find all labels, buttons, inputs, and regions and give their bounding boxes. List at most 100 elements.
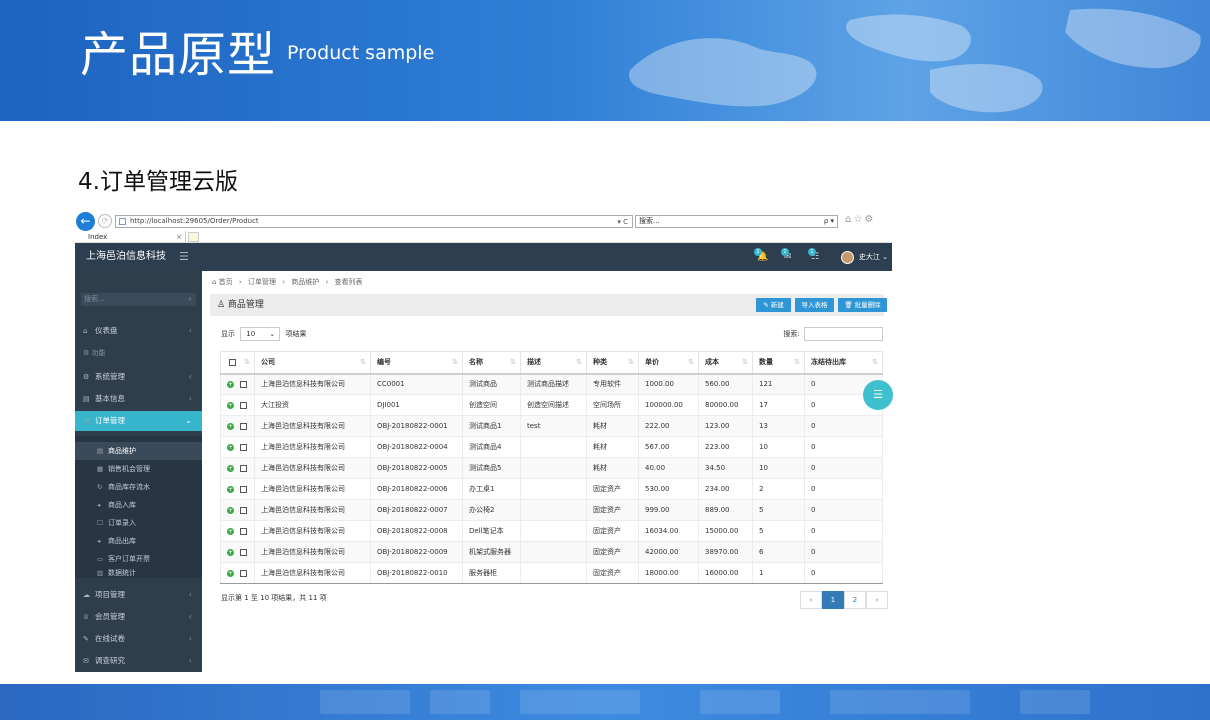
page-1-button[interactable]: 1 — [822, 591, 844, 609]
expand-plus-icon[interactable]: + — [227, 506, 234, 514]
row-checkbox[interactable] — [240, 485, 247, 493]
sidebar-item-survey[interactable]: ✉ 调查研究 ‹ — [75, 651, 202, 671]
table-row[interactable]: + 大江投资 DJI001 创造空间 创造空间描述 空间场所 100000.00 80000.… — [220, 394, 883, 416]
expand-plus-icon[interactable]: + — [227, 401, 234, 409]
row-checkbox[interactable] — [240, 464, 247, 472]
mail-icon[interactable]: ✉ 1 — [781, 248, 795, 263]
column-header[interactable]: 编号 ⇅ — [370, 351, 463, 375]
sidebar-search-input[interactable]: 搜索... ⌕ — [81, 293, 196, 306]
table-cell: Dell笔记本 — [462, 520, 521, 542]
table-row[interactable]: + 上海邑泊信息科技有限公司 OBJ-20180822-0001 测试商品1 test 耗… — [220, 415, 883, 437]
page-length-select[interactable]: 10 ⌄ — [240, 327, 281, 341]
submenu-item-sales-opportunity[interactable]: ▦ 销售机会管理 — [75, 460, 202, 478]
breadcrumb-product[interactable]: 商品维护 — [291, 278, 319, 286]
column-header[interactable]: 种类 ⇅ — [586, 351, 639, 375]
sidebar-item-dashboard[interactable]: ⌂ 仪表盘 ‹ — [75, 321, 202, 341]
new-tab-button[interactable] — [188, 232, 199, 242]
submenu-item-order-entry[interactable]: ☐ 订单录入 — [75, 514, 202, 532]
table-row[interactable]: + 上海邑泊信息科技有限公司 CC0001 测试商品 测试商品描述 专用软件 1000.00… — [220, 373, 883, 395]
breadcrumb-orders[interactable]: 订单管理 — [248, 278, 276, 286]
expand-plus-icon[interactable]: + — [227, 464, 234, 472]
home-star-gear-icons[interactable]: ⌂☆⚙ — [845, 214, 875, 225]
bell-icon[interactable]: 🔔 2 — [754, 248, 768, 263]
sidebar-item-orders[interactable]: 🛒 订单管理 ⌄ — [75, 411, 202, 431]
row-checkbox[interactable] — [240, 401, 247, 409]
world-map-graphic — [629, 8, 1201, 113]
footer-decoration — [830, 690, 970, 714]
next-page-button[interactable]: › — [866, 591, 888, 609]
expand-plus-icon[interactable]: + — [227, 569, 234, 577]
menu-toggle-icon[interactable]: ☰ — [179, 251, 189, 263]
column-header[interactable]: 名称 ⇅ — [462, 351, 521, 375]
select-all-header[interactable]: ⇅ — [220, 351, 255, 375]
row-checkbox[interactable] — [240, 443, 247, 451]
footer-decoration — [430, 690, 490, 714]
refresh-icon[interactable]: ⟳ — [98, 214, 112, 228]
submenu-item-statistics[interactable]: ▥ 数据统计 — [75, 568, 202, 578]
tab-index[interactable]: Index × — [76, 231, 186, 243]
table-row[interactable]: + 上海邑泊信息科技有限公司 OBJ-20180822-0010 服务器柜 固定资产 18… — [220, 562, 883, 584]
row-checkbox[interactable] — [240, 548, 247, 556]
column-header[interactable]: 描述 ⇅ — [520, 351, 587, 375]
expand-plus-icon[interactable]: + — [227, 380, 234, 388]
breadcrumb-current: 查看列表 — [334, 278, 363, 286]
table-row[interactable]: + 上海邑泊信息科技有限公司 OBJ-20180822-0009 机架式服务器 固定资产… — [220, 541, 883, 563]
submenu-item-stock-out[interactable]: ◂ 商品出库 — [75, 532, 202, 550]
table-row[interactable]: + 上海邑泊信息科技有限公司 OBJ-20180822-0006 办工桌1 固定资产 53… — [220, 478, 883, 500]
list-icon[interactable]: ☷ 1 — [808, 248, 822, 263]
table-row[interactable]: + 上海邑泊信息科技有限公司 OBJ-20180822-0004 测试商品4 耗材 567… — [220, 436, 883, 458]
table-cell: 上海邑泊信息科技有限公司 — [254, 520, 371, 542]
table-cell: 0 — [804, 499, 883, 521]
browser-search-input[interactable]: 搜索... ρ ▾ — [635, 215, 838, 228]
sidebar-item-basic-info[interactable]: ▤ 基本信息 ‹ — [75, 389, 202, 409]
table-cell: 0 — [804, 562, 883, 584]
batch-delete-button[interactable]: 🗑 批量删除 — [838, 298, 887, 312]
table-search-input[interactable] — [804, 327, 883, 341]
column-header[interactable]: 冻结待出库 ⇅ — [804, 351, 883, 375]
url-input[interactable]: http://localhost:29605/Order/Product ▾ C — [115, 215, 633, 228]
expand-plus-icon[interactable]: + — [227, 485, 234, 493]
column-header[interactable]: 公司 ⇅ — [254, 351, 371, 375]
breadcrumb-home[interactable]: ⌂ 首页 — [212, 278, 233, 286]
sidebar-item-system[interactable]: ⚙ 系统管理 ‹ — [75, 367, 202, 387]
back-arrow-icon[interactable]: ← — [76, 212, 95, 231]
select-all-checkbox[interactable] — [229, 358, 236, 366]
url-text: http://localhost:29605/Order/Product — [130, 217, 259, 225]
page-2-button[interactable]: 2 — [844, 591, 866, 609]
import-button[interactable]: 导入表格 — [795, 298, 834, 312]
table-row[interactable]: + 上海邑泊信息科技有限公司 OBJ-20180822-0007 办公椅2 固定资产 99… — [220, 499, 883, 521]
submenu-item-product[interactable]: ▤ 商品维护 — [75, 442, 202, 460]
expand-plus-icon[interactable]: + — [227, 422, 234, 430]
submenu-item-stock-flow[interactable]: ↻ 商品库存流水 — [75, 478, 202, 496]
row-checkbox[interactable] — [240, 506, 247, 514]
table-cell: 13 — [752, 415, 805, 437]
expand-plus-icon[interactable]: + — [227, 527, 234, 535]
row-checkbox[interactable] — [240, 569, 247, 577]
row-checkbox[interactable] — [240, 422, 247, 430]
expand-plus-icon[interactable]: + — [227, 548, 234, 556]
table-cell: 办公椅2 — [462, 499, 521, 521]
url-tools[interactable]: ▾ C — [617, 217, 628, 228]
column-header[interactable]: 单价 ⇅ — [638, 351, 699, 375]
user-menu[interactable]: 史大江 ⌄ — [840, 250, 888, 264]
table-cell: OBJ-20180822-0009 — [370, 541, 463, 563]
table-row[interactable]: + 上海邑泊信息科技有限公司 OBJ-20180822-0008 Dell笔记本 固定资… — [220, 520, 883, 542]
submenu-item-stock-in[interactable]: ◂ 商品入库 — [75, 496, 202, 514]
submenu-item-invoice[interactable]: ▭ 客户订单开票 — [75, 550, 202, 568]
floating-menu-button[interactable]: ☰ — [863, 380, 893, 410]
sidebar-item-online-exam[interactable]: ✎ 在线试卷 ‹ — [75, 629, 202, 649]
sidebar-item-projects[interactable]: ☁ 项目管理 ‹ — [75, 585, 202, 605]
table-cell: test — [520, 415, 587, 437]
expand-plus-icon[interactable]: + — [227, 443, 234, 451]
column-header[interactable]: 数量 ⇅ — [752, 351, 805, 375]
sidebar-item-members[interactable]: ♕ 会员管理 ‹ — [75, 607, 202, 627]
tab-close-icon[interactable]: × — [176, 231, 182, 243]
row-checkbox[interactable] — [240, 380, 247, 388]
prev-page-button[interactable]: ‹ — [800, 591, 822, 609]
table-cell: 固定资产 — [586, 562, 639, 584]
row-checkbox[interactable] — [240, 527, 247, 535]
table-row[interactable]: + 上海邑泊信息科技有限公司 OBJ-20180822-0005 测试商品5 耗材 40.… — [220, 457, 883, 479]
browser-search-tools[interactable]: ρ ▾ — [824, 216, 834, 227]
new-button[interactable]: ✎ 新建 — [756, 298, 791, 312]
column-header[interactable]: 成本 ⇅ — [698, 351, 753, 375]
